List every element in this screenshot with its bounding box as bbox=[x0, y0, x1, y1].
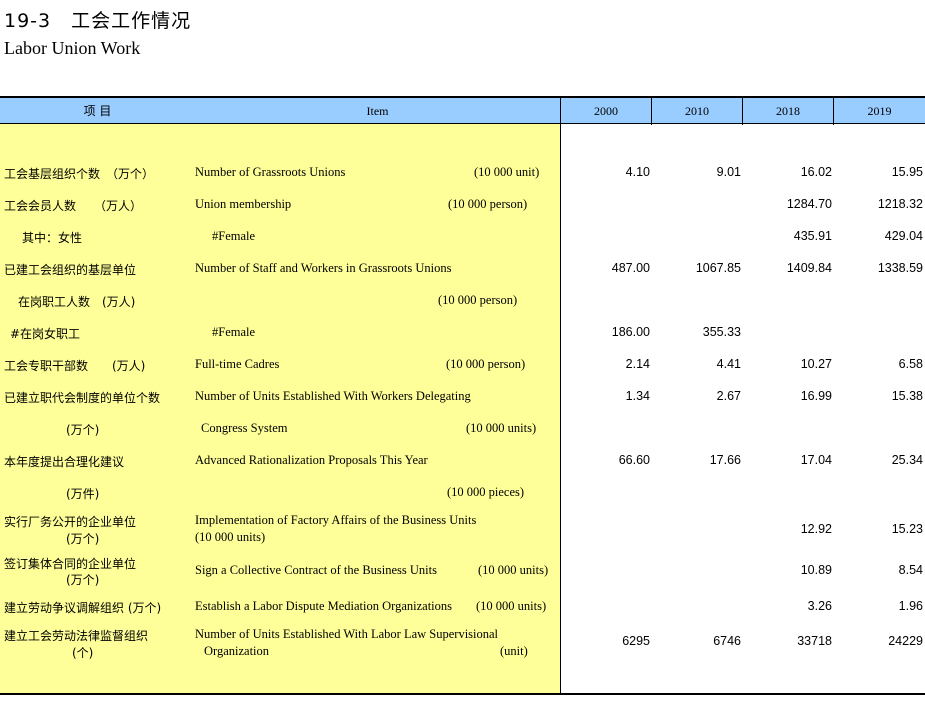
table-cell-value: 6.58 bbox=[898, 357, 923, 371]
row-unit-en: (10 000 pieces) bbox=[447, 485, 525, 499]
table-cell-value: 3.26 bbox=[807, 599, 832, 613]
row-unit-en: (10 000 units) bbox=[478, 563, 549, 577]
table-cell-value: 17.04 bbox=[800, 453, 832, 467]
table-cell-value: 1409.84 bbox=[786, 261, 832, 275]
table-cell-value: 25.34 bbox=[891, 453, 923, 467]
row-label-cn: 实行厂务公开的企业单位 bbox=[4, 515, 137, 529]
table-cell-value: 17.66 bbox=[709, 453, 741, 467]
header-year-2000: 2000 bbox=[594, 104, 618, 118]
table-cell-value: 2.67 bbox=[716, 389, 741, 403]
row-label-cn: 在岗职工人数 (万人) bbox=[18, 295, 136, 309]
table-cell-value: 15.38 bbox=[891, 389, 923, 403]
header-year-2010: 2010 bbox=[685, 104, 709, 118]
row-label-cn-unit: (万个) bbox=[66, 573, 100, 587]
header-year-2018: 2018 bbox=[776, 104, 800, 118]
table-cell-value: 6295 bbox=[622, 634, 650, 648]
table-cell-value: 355.33 bbox=[702, 325, 741, 339]
table-cell-value: 8.54 bbox=[898, 563, 923, 577]
row-label-cn: 已建工会组织的基层单位 bbox=[4, 263, 137, 277]
row-label-en: Sign a Collective Contract of the Busine… bbox=[195, 563, 437, 577]
table-cell-value: 4.41 bbox=[716, 357, 741, 371]
table-cell-value: 16.02 bbox=[800, 165, 832, 179]
row-label-en: Implementation of Factory Affairs of the… bbox=[195, 513, 477, 527]
row-label-en: Advanced Rationalization Proposals This … bbox=[195, 453, 428, 467]
row-label-cn: 建立工会劳动法律监督组织 bbox=[4, 629, 149, 643]
table-cell-value: 33718 bbox=[797, 634, 832, 648]
table-cell-value: 1338.59 bbox=[877, 261, 923, 275]
row-label-cn: 本年度提出合理化建议 bbox=[4, 455, 125, 469]
row-unit-en: (unit) bbox=[500, 644, 528, 658]
table-cell-value: 6746 bbox=[713, 634, 741, 648]
row-label-en: Union membership bbox=[195, 197, 292, 211]
table-cell-value: 186.00 bbox=[611, 325, 650, 339]
table-cell-value: 487.00 bbox=[611, 261, 650, 275]
row-label-en-cont: (10 000 units) bbox=[195, 530, 266, 544]
item-column-divider bbox=[560, 124, 561, 694]
row-label-cn: 建立劳动争议调解组织 (万个) bbox=[4, 601, 162, 615]
row-label-en: Number of Units Established With Labor L… bbox=[195, 627, 499, 641]
table-cell-value: 1.96 bbox=[898, 599, 923, 613]
table-cell-value: 16.99 bbox=[800, 389, 832, 403]
row-label-en: #Female bbox=[212, 229, 256, 243]
row-label-en: Number of Grassroots Unions bbox=[195, 165, 346, 179]
table-cell-value: 435.91 bbox=[793, 229, 832, 243]
row-label-cn: 工会专职干部数 (万人) bbox=[4, 359, 146, 373]
row-label-en: Number of Units Established With Workers… bbox=[195, 389, 471, 403]
row-label-cn: 签订集体合同的企业单位 bbox=[4, 557, 137, 571]
row-unit-en: (10 000 units) bbox=[476, 599, 547, 613]
header-item-cn: 项 目 bbox=[83, 104, 112, 118]
table-cell-value: 4.10 bbox=[625, 165, 650, 179]
row-label-cn: 其中：女性 bbox=[22, 231, 83, 245]
row-label-en: Congress System bbox=[201, 421, 288, 435]
row-label-cn: 工会基层组织个数 （万个） bbox=[4, 167, 155, 181]
row-label-en: Full-time Cadres bbox=[195, 357, 280, 371]
table-cell-value: 15.95 bbox=[891, 165, 923, 179]
table-cell-value: 1284.70 bbox=[786, 197, 832, 211]
table-cell-value: 429.04 bbox=[884, 229, 923, 243]
row-label-cn-unit: (个) bbox=[72, 646, 94, 660]
row-label-cn: #在岗女职工 bbox=[10, 327, 81, 341]
table-bottom-rule bbox=[0, 693, 925, 695]
row-unit-en: (10 000 person) bbox=[446, 357, 526, 371]
row-label-cn: (万个) bbox=[66, 423, 100, 437]
row-label-cn: 工会会员人数 （万人） bbox=[4, 199, 143, 213]
table-cell-value: 9.01 bbox=[716, 165, 741, 179]
row-unit-en: (10 000 person) bbox=[448, 197, 528, 211]
table-cell-value: 1.34 bbox=[625, 389, 650, 403]
row-label-en: Establish a Labor Dispute Mediation Orga… bbox=[195, 599, 453, 613]
row-label-en: Number of Staff and Workers in Grassroot… bbox=[195, 261, 452, 275]
table-cell-value: 66.60 bbox=[618, 453, 650, 467]
table-cell-value: 10.27 bbox=[800, 357, 832, 371]
table-cell-value: 12.92 bbox=[800, 522, 832, 536]
row-label-cn: 已建立职代会制度的单位个数 bbox=[4, 391, 161, 405]
header-year-2019: 2019 bbox=[867, 104, 892, 118]
table-cell-value: 1218.32 bbox=[877, 197, 923, 211]
table-cell-value: 10.89 bbox=[800, 563, 832, 577]
row-label-cn-unit: (万个) bbox=[66, 532, 100, 546]
header-item-en: Item bbox=[366, 104, 389, 118]
table-title-cn: 19-3 工会工作情况 bbox=[4, 10, 192, 32]
row-label-en-cont: Organization bbox=[204, 644, 270, 658]
row-unit-en: (10 000 person) bbox=[438, 293, 518, 307]
table-cell-value: 2.14 bbox=[625, 357, 650, 371]
table-cell-value: 24229 bbox=[888, 634, 923, 648]
table-title-en: Labor Union Work bbox=[4, 38, 141, 58]
row-label-en: #Female bbox=[212, 325, 256, 339]
row-label-cn: (万件) bbox=[66, 487, 100, 501]
row-unit-en: (10 000 unit) bbox=[474, 165, 540, 179]
table-cell-value: 15.23 bbox=[891, 522, 923, 536]
table-cell-value: 1067.85 bbox=[695, 261, 741, 275]
row-unit-en: (10 000 units) bbox=[466, 421, 537, 435]
